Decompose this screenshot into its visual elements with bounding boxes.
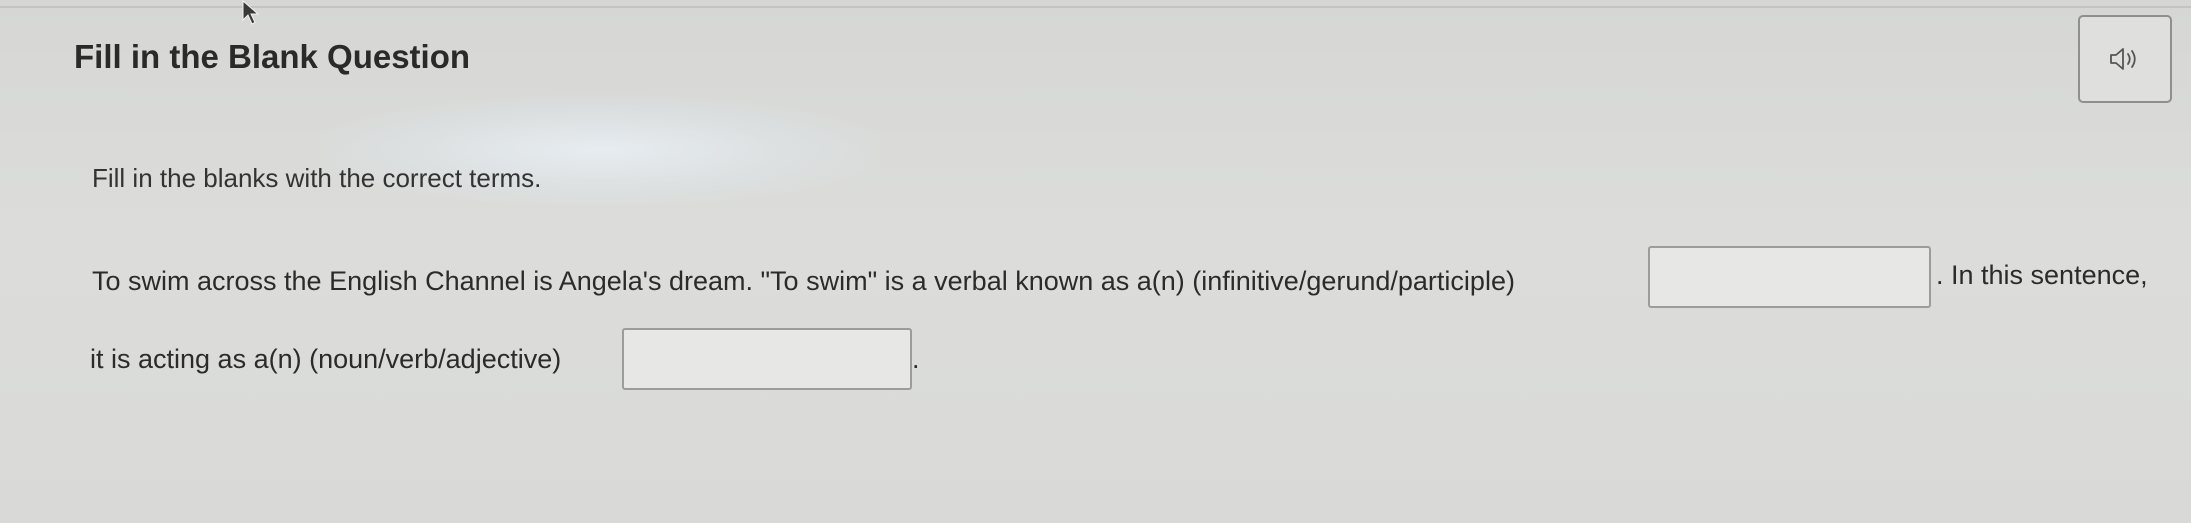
question-title: Fill in the Blank Question <box>74 38 471 75</box>
sentence-part-4: . <box>912 344 920 374</box>
sentence-part-3: it is acting as a(n) (noun/verb/adjectiv… <box>90 344 562 374</box>
audio-button[interactable] <box>2078 15 2172 103</box>
speaker-icon <box>2110 48 2136 70</box>
blank-input-verbal-type[interactable] <box>1648 246 1931 308</box>
top-divider <box>0 6 2191 8</box>
blank-input-part-of-speech[interactable] <box>622 328 912 390</box>
instructions-text: Fill in the blanks with the correct term… <box>92 163 542 193</box>
sentence-part-1: To swim across the English Channel is An… <box>92 266 1515 296</box>
mouse-cursor-icon <box>242 0 260 25</box>
sentence-part-2: . In this sentence, <box>1936 260 2148 290</box>
